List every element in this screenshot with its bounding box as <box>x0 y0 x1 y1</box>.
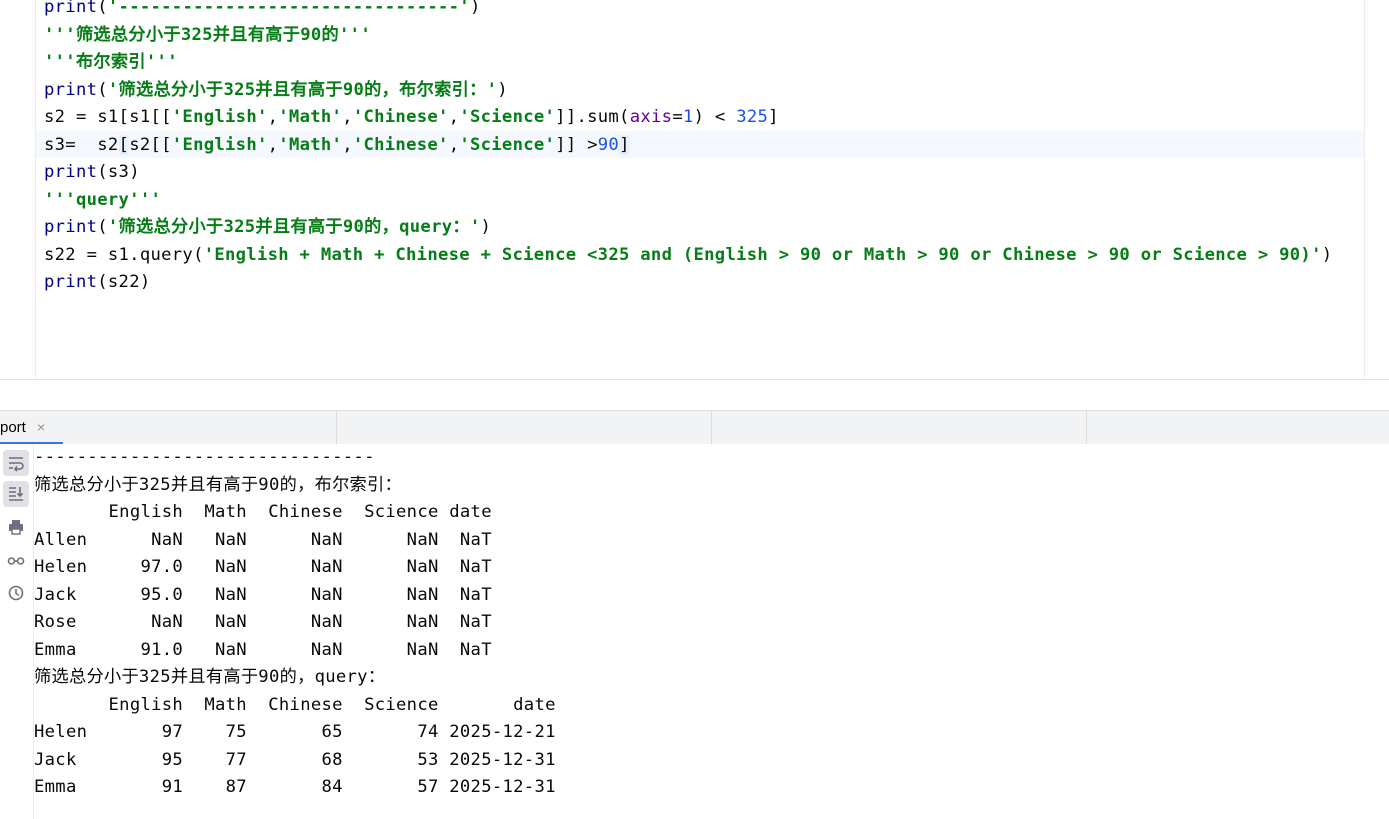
code-token: 'Math' <box>278 134 343 155</box>
code-token: 'Chinese' <box>352 134 449 155</box>
code-token: , <box>267 134 279 155</box>
code-token: s22 = s1.query( <box>44 244 204 265</box>
code-line[interactable]: s22 = s1.query('English + Math + Chinese… <box>44 242 1332 269</box>
code-token: 'English' <box>171 134 268 155</box>
tab-divider <box>1086 411 1087 444</box>
code-token: '''布尔索引''' <box>44 52 178 72</box>
code-token: , <box>267 107 279 127</box>
code-line[interactable]: print('筛选总分小于325并且有高于90的，query：') <box>44 214 491 241</box>
close-icon[interactable]: × <box>37 419 45 435</box>
tab-run-config[interactable]: port × <box>0 411 63 445</box>
code-token: '筛选总分小于325并且有高于90的，query：' <box>107 217 481 237</box>
code-line[interactable]: print('筛选总分小于325并且有高于90的，布尔索引：') <box>44 77 508 104</box>
code-token: 'Math' <box>278 107 343 127</box>
tab-divider <box>336 411 337 444</box>
code-token: 'English' <box>171 107 268 127</box>
code-token: 'Science' <box>459 107 556 127</box>
code-token: s2 = s1[s1[[ <box>44 107 172 127</box>
code-token: , <box>342 134 353 155</box>
code-line[interactable]: s2 = s1[s1[['English','Math','Chinese','… <box>44 104 779 131</box>
console-line: Allen NaN NaN NaN NaN NaT <box>34 529 492 550</box>
code-token: 'English + Math + Chinese + Science <325… <box>203 244 1322 265</box>
code-token: '''筛选总分小于325并且有高于90的''' <box>44 24 371 45</box>
code-token: '筛选总分小于325并且有高于90的，布尔索引：' <box>107 79 498 100</box>
console-line: Emma 91.0 NaN NaN NaN NaT <box>34 639 492 660</box>
code-line[interactable]: '''布尔索引''' <box>44 49 178 76</box>
history-icon[interactable] <box>3 580 29 606</box>
code-token: (s22) <box>97 272 151 292</box>
code-line[interactable]: print('--------------------------------'… <box>44 0 481 21</box>
code-line[interactable]: '''query''' <box>44 187 161 214</box>
code-token: ) <box>1321 244 1333 265</box>
code-token: ) < <box>693 107 737 127</box>
editor-right-margin <box>1364 0 1365 380</box>
code-token: ) <box>469 0 481 17</box>
code-line[interactable]: print(s22) <box>44 269 151 296</box>
code-token: print <box>44 217 98 237</box>
code-token: ( <box>97 79 108 100</box>
code-token: print <box>44 79 98 100</box>
code-token: ) <box>497 79 508 100</box>
code-line[interactable]: print(s3) <box>44 159 140 186</box>
code-line[interactable]: s3= s2[s2[['English','Math','Chinese','S… <box>44 132 630 159</box>
console-line: Jack 95 77 68 53 2025-12-31 <box>34 749 556 770</box>
console-toolbar <box>0 444 34 819</box>
code-token: print <box>44 0 98 17</box>
code-token: s3= s2 <box>44 134 119 155</box>
code-line[interactable]: '''筛选总分小于325并且有高于90的''' <box>44 22 371 49</box>
code-token: ( <box>97 217 108 237</box>
code-token: 'Science' <box>459 134 556 155</box>
code-token: 'Chinese' <box>352 107 449 127</box>
console-line: -------------------------------- <box>34 447 375 467</box>
code-token: , <box>448 134 460 155</box>
scroll-to-end-icon[interactable] <box>3 481 29 507</box>
panel-splitter[interactable] <box>0 380 1389 410</box>
print-icon[interactable] <box>3 514 29 540</box>
code-token: 325 <box>736 107 769 127</box>
tab-run-config-label: port <box>0 419 26 436</box>
code-token: [ <box>118 134 130 155</box>
code-editor[interactable]: print('--------------------------------'… <box>0 0 1389 380</box>
editor-gutter[interactable] <box>0 0 36 380</box>
code-token: '''query''' <box>44 189 162 210</box>
code-token: ( <box>97 0 108 17</box>
code-token: (s3) <box>97 162 140 182</box>
console-line: Helen 97.0 NaN NaN NaN NaT <box>34 557 492 577</box>
console-line: Jack 95.0 NaN NaN NaN NaT <box>34 584 492 605</box>
code-token: = <box>672 107 683 127</box>
console-line: Helen 97 75 65 74 2025-12-21 <box>34 722 556 742</box>
glasses-icon[interactable] <box>3 547 29 573</box>
code-token: , <box>342 107 353 127</box>
run-tool-window-tabs: port × <box>0 410 1389 445</box>
code-token: ] <box>768 107 779 127</box>
code-token: axis <box>629 107 673 127</box>
run-console[interactable]: -------------------------------- 筛选总分小于32… <box>0 444 1389 819</box>
console-line: Rose NaN NaN NaN NaN NaT <box>34 612 492 632</box>
console-line: 筛选总分小于325并且有高于90的，query： <box>34 667 386 687</box>
code-token: print <box>44 162 98 182</box>
soft-wrap-icon[interactable] <box>3 450 29 476</box>
console-line: 筛选总分小于325并且有高于90的，布尔索引： <box>34 474 403 495</box>
code-token: ]].sum( <box>555 107 630 127</box>
code-token: '--------------------------------' <box>107 0 470 17</box>
code-token: ) <box>480 217 492 237</box>
tab-divider <box>711 411 712 444</box>
console-line: English Math Chinese Science date <box>34 502 492 522</box>
code-token: , <box>448 107 460 127</box>
code-token: 90 <box>597 134 620 155</box>
console-line: Emma 91 87 84 57 2025-12-31 <box>34 777 556 797</box>
code-token: ] <box>619 134 630 155</box>
code-token: 1 <box>682 107 694 127</box>
code-token: s2[[ <box>129 134 172 155</box>
code-token: print <box>44 272 98 292</box>
console-line: English Math Chinese Science date <box>34 694 556 715</box>
code-token: ]] > <box>555 134 598 155</box>
